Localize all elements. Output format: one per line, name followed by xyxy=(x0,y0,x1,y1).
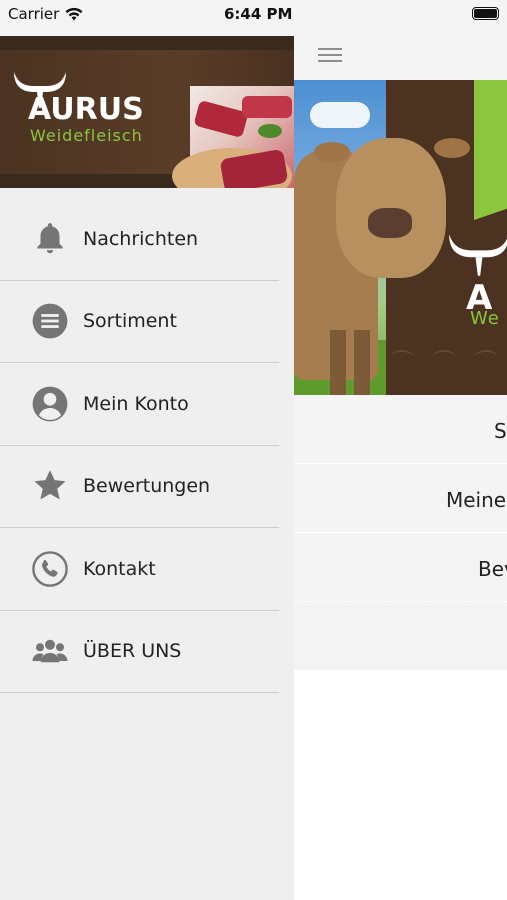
menu-item-label: Sortiment xyxy=(83,310,177,333)
bull-horns-logo-icon xyxy=(449,234,507,276)
star-icon xyxy=(30,466,70,506)
hamburger-icon[interactable] xyxy=(318,46,342,64)
cow-ear xyxy=(314,142,350,162)
menu-item-label: Nachrichten xyxy=(83,227,199,250)
brand-name: AURUS xyxy=(28,92,144,127)
phone-icon xyxy=(30,549,70,589)
menu-item-mein-konto[interactable]: Mein Konto xyxy=(0,363,279,446)
status-time: 6:44 PM xyxy=(224,5,293,23)
carrier-label: Carrier xyxy=(8,5,60,23)
group-icon xyxy=(30,631,70,671)
bell-icon xyxy=(30,219,70,259)
menu-item-bewertungen[interactable]: Bewertungen xyxy=(0,446,279,528)
menu-item-nachrichten[interactable]: Nachrichten xyxy=(0,198,279,281)
menu-item-ueber-uns[interactable]: ÜBER UNS xyxy=(0,611,279,693)
cloud-shape xyxy=(310,102,370,128)
user-icon xyxy=(30,384,70,424)
hero-horn-marks xyxy=(390,350,507,366)
hero-banner: A We xyxy=(294,80,507,395)
main-content: A We S Meine Bev xyxy=(294,0,507,900)
main-list-item[interactable]: Meine xyxy=(294,464,507,533)
battery-icon xyxy=(472,7,499,20)
menu-item-kontakt[interactable]: Kontakt xyxy=(0,528,279,611)
cow-nose xyxy=(368,208,412,238)
horn-mark xyxy=(474,350,498,366)
hero-brand-subtitle: We xyxy=(470,308,500,329)
cow-leg xyxy=(354,330,370,395)
main-menu-list: S Meine Bev xyxy=(294,395,507,671)
cow-ear xyxy=(434,138,470,158)
wifi-icon xyxy=(65,7,83,21)
side-drawer: AURUS Weidefleisch Nachrichten Sortiment… xyxy=(0,0,294,900)
menu-item-label: ÜBER UNS xyxy=(83,640,182,663)
list-icon xyxy=(30,301,70,341)
horn-mark xyxy=(390,350,414,366)
menu-item-label: Kontakt xyxy=(83,557,156,580)
main-list-item[interactable]: S xyxy=(294,395,507,464)
drawer-banner: AURUS Weidefleisch xyxy=(0,36,294,188)
main-list-item[interactable]: Bev xyxy=(294,533,507,602)
green-ribbon xyxy=(474,80,507,220)
menu-item-label: Bewertungen xyxy=(83,475,211,498)
status-left: Carrier xyxy=(8,5,83,23)
cow-leg xyxy=(330,330,346,395)
herb-garnish xyxy=(258,124,282,138)
menu-item-label: Mein Konto xyxy=(83,392,189,415)
meat-piece xyxy=(242,96,292,118)
main-list-item[interactable] xyxy=(294,602,507,671)
status-bar: Carrier 6:44 PM xyxy=(0,0,507,36)
menu-item-sortiment[interactable]: Sortiment xyxy=(0,281,279,363)
main-list-item-label: Bev xyxy=(478,557,507,581)
drawer-menu: Nachrichten Sortiment Mein Konto Bewertu… xyxy=(0,198,294,693)
main-list-item-label: S xyxy=(494,419,507,443)
main-list-item-label: Meine xyxy=(446,488,507,512)
brand-subtitle: Weidefleisch xyxy=(30,126,143,145)
horn-mark xyxy=(432,350,456,366)
